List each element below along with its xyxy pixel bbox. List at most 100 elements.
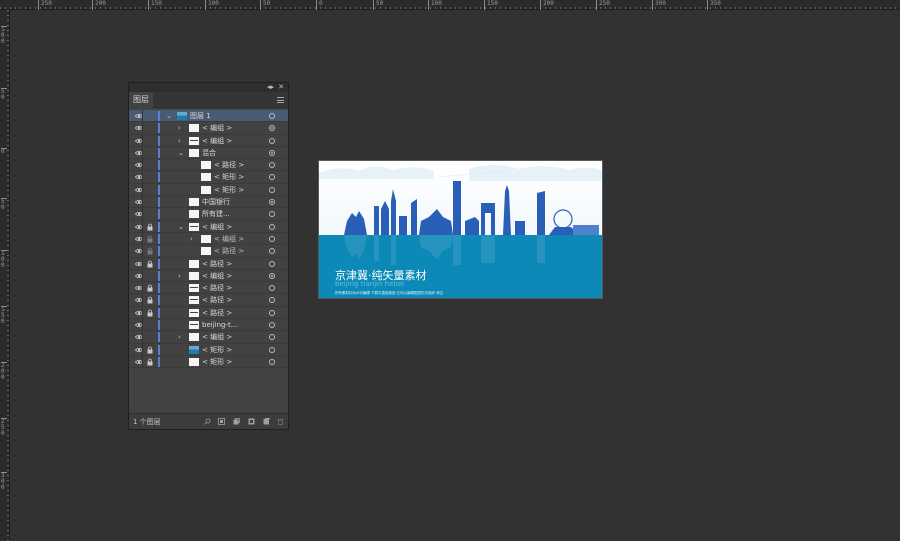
chevron-right-icon[interactable]: › [190,233,193,245]
layer-row[interactable]: ⌄ 图层 1 [129,110,288,123]
lock-icon[interactable] [147,333,153,341]
layer-row[interactable]: ⌄ < 编组 > [129,220,288,233]
chevron-right-icon[interactable]: › [178,331,181,343]
chevron-right-icon[interactable]: › [178,135,181,147]
layer-name[interactable]: < 编组 > [202,135,232,147]
layer-name[interactable]: < 矩形 > [214,171,244,183]
target-circle-icon[interactable] [269,137,275,144]
layer-name[interactable]: < 路径 > [202,307,232,319]
lock-icon[interactable] [147,161,153,169]
lock-icon[interactable] [147,296,153,304]
layer-name[interactable]: < 路径 > [214,159,244,171]
lock-icon[interactable] [147,321,153,329]
target-circle-icon[interactable] [269,174,275,181]
double-arrow-icon[interactable]: ◂▸ [267,83,274,92]
layer-row[interactable]: 所有建... [129,208,288,221]
target-circle-icon[interactable] [269,260,275,267]
lock-icon[interactable] [147,247,153,255]
layer-name[interactable]: < 编组 > [202,122,232,134]
target-circle-icon[interactable] [269,235,275,242]
layer-row[interactable]: › < 编组 > [129,134,288,147]
layer-row[interactable]: < 矩形 > [129,355,288,369]
new-layer-icon[interactable] [263,418,270,425]
target-circle-icon[interactable] [269,309,275,316]
lock-icon[interactable] [147,137,153,145]
close-icon[interactable]: ✕ [278,83,284,92]
layer-row[interactable]: 中国银行 [129,196,288,209]
panel-title-bar[interactable]: ◂▸ ✕ [129,83,288,92]
horizontal-ruler[interactable]: 250 200 150 100 50 0 50 100 150 200 250 300 350 [0,0,900,10]
lock-icon[interactable] [147,124,153,132]
target-circle-icon[interactable] [269,334,275,341]
new-sublayer-icon[interactable] [248,418,255,425]
layer-name[interactable]: < 编组 > [202,221,232,233]
delete-icon[interactable] [277,418,284,425]
target-circle-icon[interactable] [269,322,275,329]
layer-row[interactable]: < 矩形 > [129,183,288,197]
lock-icon[interactable] [147,198,153,206]
layer-name[interactable]: < 路径 > [202,258,232,270]
layer-row[interactable]: < 路径 > [129,294,288,307]
layer-row[interactable]: < 路径 > [129,245,288,258]
chevron-right-icon[interactable]: › [178,270,181,282]
layer-name[interactable]: 所有建... [202,208,230,220]
lock-icon[interactable] [147,173,153,181]
layer-row[interactable]: < 路径 > [129,159,288,172]
layer-name[interactable]: 图层 1 [190,110,211,122]
make-clip-mask-icon[interactable] [233,418,240,425]
layer-name[interactable]: beijing-t... [202,319,237,331]
layer-name[interactable]: < 路径 > [214,245,244,257]
layer-row[interactable]: › < 编组 > [129,331,288,344]
target-circle-icon[interactable] [269,248,275,255]
target-circle-icon[interactable] [269,346,275,353]
layer-row[interactable]: < 矩形 > [129,343,288,356]
lock-icon[interactable] [147,284,153,292]
chevron-right-icon[interactable]: › [178,122,181,134]
lock-icon[interactable] [147,235,153,243]
layer-name[interactable]: < 矩形 > [202,344,232,356]
layer-name[interactable]: < 编组 > [202,331,232,343]
layer-name[interactable]: 中国银行 [202,196,230,208]
lock-icon[interactable] [147,210,153,218]
layer-name[interactable]: < 路径 > [202,294,232,306]
layer-name[interactable]: < 路径 > [202,282,232,294]
layer-row[interactable]: < 矩形 > [129,171,288,184]
lock-icon[interactable] [147,112,153,120]
artboard[interactable]: 京津冀·纯矢量素材 beijing tianjin hebei 所有素材均为AI… [318,160,603,299]
lock-icon[interactable] [147,346,153,354]
layer-name[interactable]: < 编组 > [202,270,232,282]
lock-icon[interactable] [147,358,153,366]
tab-layers[interactable]: 图层 [129,92,153,108]
lock-icon[interactable] [147,223,153,231]
target-circle-icon[interactable] [269,149,275,156]
target-circle-icon[interactable] [269,211,275,218]
chevron-down-icon[interactable]: ⌄ [178,147,184,159]
layer-name[interactable]: < 矩形 > [202,356,232,368]
lock-icon[interactable] [147,309,153,317]
layer-name[interactable]: < 矩形 > [214,184,244,196]
layer-row[interactable]: › < 编组 > [129,122,288,135]
layer-row[interactable]: < 路径 > [129,257,288,270]
target-circle-icon[interactable] [269,199,275,206]
layer-row[interactable]: beijing-t... [129,319,288,332]
vertical-ruler[interactable]: 100 50 0 50 100 150 200 250 300 [0,10,10,541]
target-circle-icon[interactable] [269,113,275,119]
layer-row[interactable]: ⌄ 混合 [129,146,288,160]
lock-icon[interactable] [147,260,153,268]
layer-row[interactable]: < 路径 > [129,306,288,320]
target-circle-icon[interactable] [269,223,275,230]
target-circle-icon[interactable] [269,162,275,169]
target-circle-icon[interactable] [269,186,275,193]
chevron-down-icon[interactable]: ⌄ [166,110,172,122]
layer-name[interactable]: < 编组 > [214,233,244,245]
target-circle-icon[interactable] [269,285,275,292]
target-circle-icon[interactable] [269,297,275,304]
lock-icon[interactable] [147,186,153,194]
lock-icon[interactable] [147,272,153,280]
lock-icon[interactable] [147,149,153,157]
target-circle-icon[interactable] [269,272,275,279]
chevron-down-icon[interactable]: ⌄ [178,221,184,233]
panel-menu-icon[interactable] [277,97,284,103]
search-icon[interactable] [204,418,211,425]
collect-export-icon[interactable] [218,418,225,425]
